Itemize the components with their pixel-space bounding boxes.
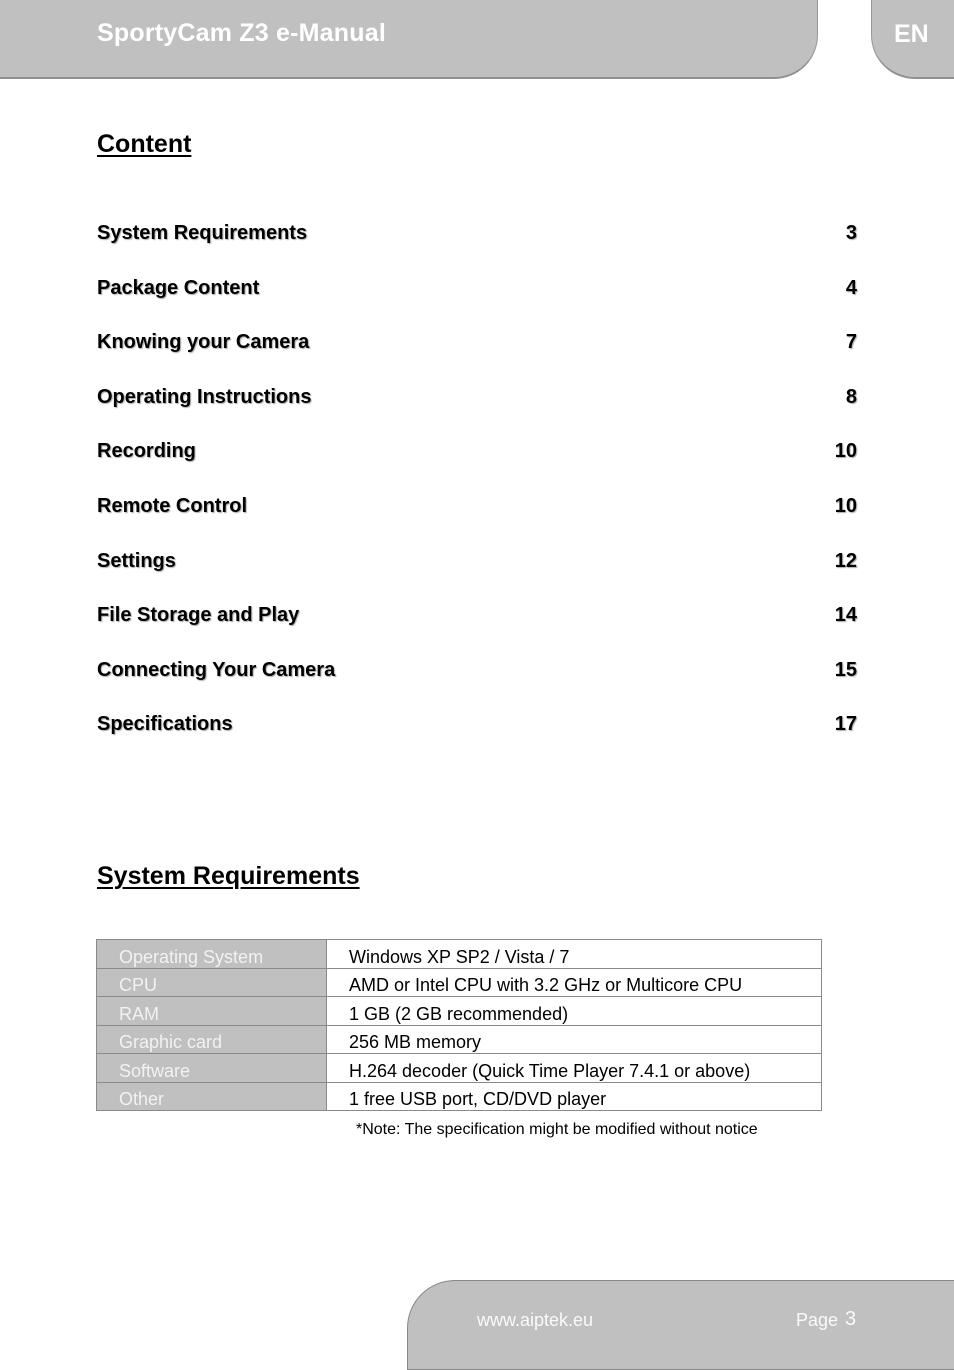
requirement-key: Other [96,1081,327,1111]
toc-item[interactable]: Recording 10 [97,438,857,493]
specification-note: *Note: The specification might be modifi… [356,1121,758,1138]
requirement-value: AMD or Intel CPU with 3.2 GHz or Multico… [326,967,822,997]
requirement-key: CPU [96,967,327,997]
table-row: CPU AMD or Intel CPU with 3.2 GHz or Mult… [96,967,822,997]
requirement-key: Software [96,1053,327,1083]
system-requirements-heading: System Requirements [97,862,360,890]
requirement-value: 256 MB memory [326,1024,822,1054]
content-heading: Content [97,130,192,158]
toc-item[interactable]: Settings 12 [97,548,857,603]
toc-item[interactable]: Connecting Your Camera 15 [97,657,857,712]
toc-item[interactable]: Specifications 17 [97,711,857,766]
requirement-value: 1 GB (2 GB recommended) [326,996,822,1026]
table-row: RAM 1 GB (2 GB recommended) [96,996,822,1026]
toc-item-label: Specifications [97,713,233,736]
toc-item[interactable]: Remote Control 10 [97,493,857,548]
toc-item-label: File Storage and Play [97,604,300,627]
toc-item-label: Package Content [97,276,260,299]
toc-item-page: 7 [845,331,857,354]
toc-item-label: Knowing your Camera [97,331,310,354]
toc-item-page: 4 [845,276,857,299]
toc-item-label: Operating Instructions [97,385,312,408]
toc-item[interactable]: System Requirements 3 [97,220,857,275]
requirement-key: Graphic card [96,1024,327,1054]
toc-item[interactable]: Package Content 4 [97,275,857,330]
requirement-value: 1 free USB port, CD/DVD player [326,1081,822,1111]
requirement-key: Operating System [96,939,327,969]
toc-item-label: System Requirements [97,222,308,244]
table-of-contents: System Requirements 3 Package Content 4 Kn… [97,220,857,766]
page-number: 3 [845,1308,857,1330]
table-row: Graphic card 256 MB memory [96,1024,822,1054]
toc-item-page: 10 [834,494,857,517]
toc-item-page: 14 [834,604,857,627]
requirement-key: RAM [96,996,327,1026]
toc-item-label: Recording [97,440,196,463]
table-row: Operating System Windows XP SP2 / Vista /… [96,939,822,969]
toc-item-page: 12 [834,549,857,572]
requirement-value: Windows XP SP2 / Vista / 7 [326,939,822,969]
toc-item-label: Connecting Your Camera [97,658,336,681]
language-label: EN [894,20,929,48]
table-row: Software H.264 decoder (Quick Time Player… [96,1053,822,1083]
requirement-value: H.264 decoder (Quick Time Player 7.4.1 o… [326,1053,822,1083]
manual-title: SportyCam Z3 e-Manual [97,19,386,47]
toc-item-page: 3 [845,222,857,244]
toc-item-page: 8 [845,385,857,408]
website-link[interactable]: www.aiptek.eu [477,1310,593,1331]
toc-item-page: 15 [834,658,857,681]
requirements-table: Operating System Windows XP SP2 / Vista /… [96,939,822,1111]
toc-item[interactable]: Operating Instructions 8 [97,384,857,439]
table-row: Other 1 free USB port, CD/DVD player [96,1081,822,1111]
toc-item-label: Settings [97,549,176,572]
toc-item[interactable]: File Storage and Play 14 [97,602,857,657]
toc-item-page: 17 [834,713,857,736]
toc-item[interactable]: Knowing your Camera 7 [97,329,857,384]
page-label: Page [796,1310,839,1330]
toc-item-page: 10 [834,440,857,463]
toc-item-label: Remote Control [97,494,247,517]
